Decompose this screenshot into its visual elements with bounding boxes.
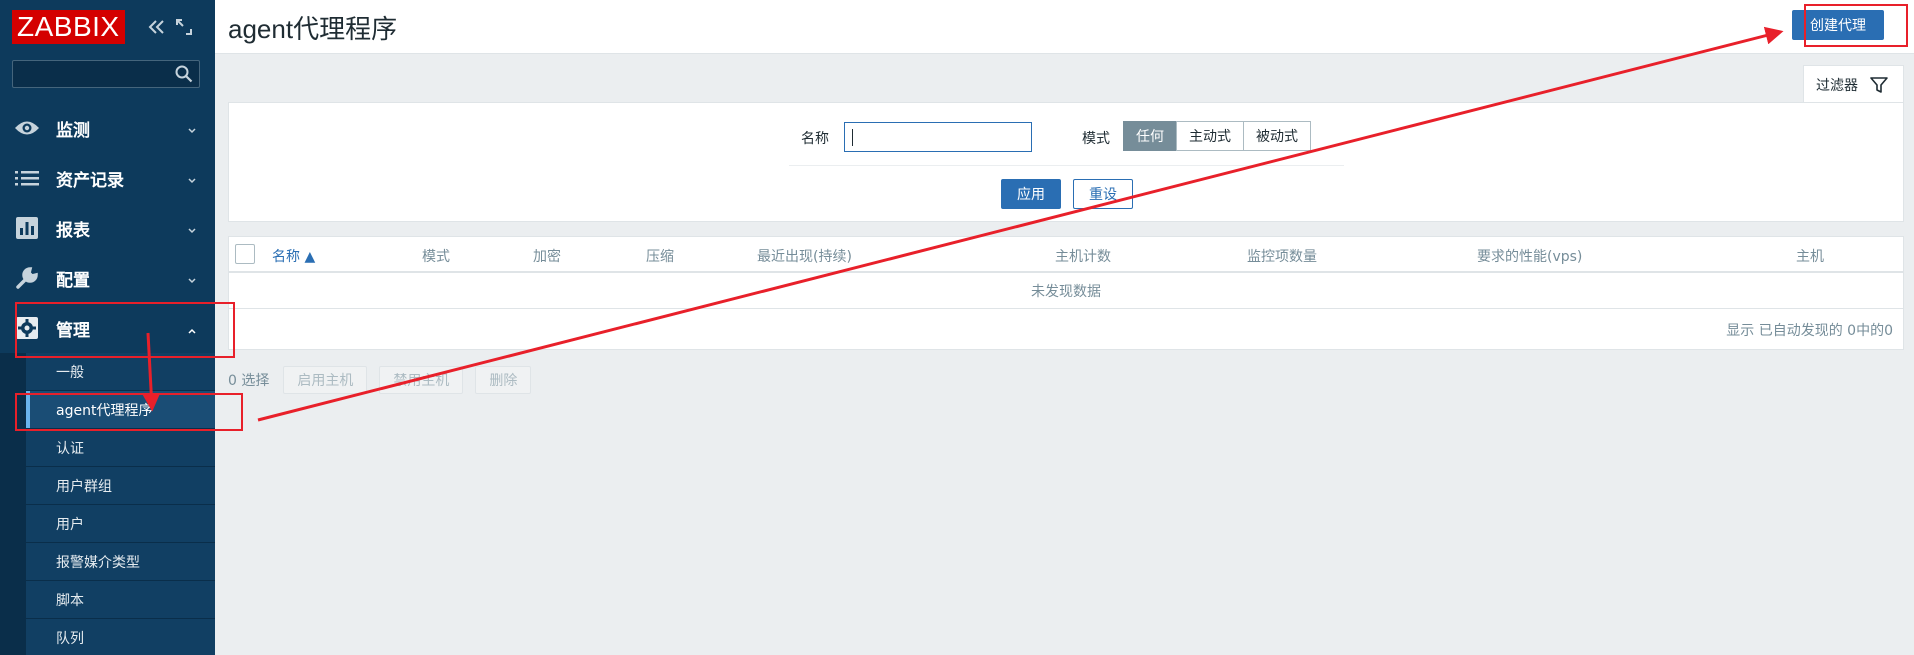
filter-tab-label: 过滤器 xyxy=(1816,77,1858,94)
chevron-down-icon xyxy=(187,221,197,234)
apply-button[interactable]: 应用 xyxy=(1001,179,1061,209)
filter-divider xyxy=(789,165,1344,166)
submenu-item-scripts[interactable]: 脚本 xyxy=(26,581,215,619)
disable-hosts-button[interactable]: 禁用主机 xyxy=(379,366,464,394)
chevron-down-icon xyxy=(187,271,197,284)
bar-chart-icon xyxy=(14,215,40,241)
proxies-table: 名称 ▲ 模式 加密 压缩 最近出现(持续) 主机计数 监控项数量 要求的性能(… xyxy=(228,236,1904,350)
column-hosts: 主机 xyxy=(1796,249,1824,265)
text-caret xyxy=(852,129,853,146)
select-all-checkbox[interactable] xyxy=(235,244,255,264)
mode-option-any[interactable]: 任何 xyxy=(1123,121,1177,151)
zabbix-logo[interactable]: ZABBIX xyxy=(12,10,125,44)
table-footer: 显示 已自动发现的 0中的0 xyxy=(229,309,1903,349)
menu-item-inventory[interactable]: 资产记录 xyxy=(0,153,215,203)
empty-table-message: 未发现数据 xyxy=(229,273,1903,309)
column-compression: 压缩 xyxy=(646,249,674,265)
reset-button[interactable]: 重设 xyxy=(1073,179,1133,209)
search-icon[interactable] xyxy=(175,65,193,83)
wrench-icon xyxy=(14,265,40,291)
mode-option-active[interactable]: 主动式 xyxy=(1176,121,1244,151)
submenu-item-media-types[interactable]: 报警媒介类型 xyxy=(26,543,215,581)
submenu-item-user-groups[interactable]: 用户群组 xyxy=(26,467,215,505)
list-icon xyxy=(14,165,40,191)
sidebar-search-input[interactable] xyxy=(12,60,200,88)
submenu-item-queue[interactable]: 队列 xyxy=(26,619,215,655)
column-last-seen: 最近出现(持续) xyxy=(757,249,852,265)
name-filter-label: 名称 xyxy=(801,131,829,147)
chevron-down-icon xyxy=(187,171,197,184)
double-chevron-left-icon[interactable] xyxy=(145,16,167,38)
mass-action-bar: 0 选择 启用主机 禁用主机 删除 xyxy=(228,366,543,394)
menu-item-label: 监测 xyxy=(56,120,90,141)
mode-radio-group: 任何 主动式 被动式 xyxy=(1123,121,1311,151)
menu-item-monitoring[interactable]: 监测 xyxy=(0,103,215,153)
table-summary: 显示 已自动发现的 0中的0 xyxy=(1726,323,1893,339)
menu-item-reports[interactable]: 报表 xyxy=(0,203,215,253)
column-mode: 模式 xyxy=(422,249,450,265)
menu-item-configuration[interactable]: 配置 xyxy=(0,253,215,303)
annotation-box-administration xyxy=(15,302,235,358)
page-header: agent代理程序 创建代理 xyxy=(215,0,1914,54)
mode-filter-label: 模式 xyxy=(1082,131,1110,147)
annotation-box-proxies xyxy=(15,393,243,431)
submenu-item-general[interactable]: 一般 xyxy=(26,353,215,391)
submenu-item-authentication[interactable]: 认证 xyxy=(26,429,215,467)
selected-count: 0 选择 xyxy=(228,373,270,389)
filter-icon xyxy=(1870,76,1888,94)
column-encryption: 加密 xyxy=(533,249,561,265)
eye-icon xyxy=(14,115,40,141)
column-host-count: 主机计数 xyxy=(1055,249,1111,265)
menu-item-label: 配置 xyxy=(56,270,90,291)
page-title: agent代理程序 xyxy=(228,14,398,44)
chevron-down-icon xyxy=(187,121,197,134)
submenu-item-users[interactable]: 用户 xyxy=(26,505,215,543)
delete-button[interactable]: 删除 xyxy=(475,366,532,394)
filter-tab[interactable]: 过滤器 xyxy=(1803,65,1904,103)
menu-item-label: 资产记录 xyxy=(56,170,124,191)
arrow-to-create-proxy xyxy=(257,26,1784,422)
annotation-box-create-proxy xyxy=(1804,4,1908,47)
column-name[interactable]: 名称 ▲ xyxy=(272,246,315,266)
filter-panel: 名称 模式 任何 主动式 被动式 应用 重设 xyxy=(228,102,1904,222)
column-required-vps: 要求的性能(vps) xyxy=(1477,249,1583,265)
fullscreen-icon[interactable] xyxy=(173,16,195,38)
mode-option-passive[interactable]: 被动式 xyxy=(1243,121,1311,151)
table-header: 名称 ▲ 模式 加密 压缩 最近出现(持续) 主机计数 监控项数量 要求的性能(… xyxy=(229,237,1903,273)
menu-item-label: 报表 xyxy=(56,220,90,241)
sidebar-header: ZABBIX xyxy=(0,0,215,54)
name-filter-input[interactable] xyxy=(844,122,1032,152)
column-item-count: 监控项数量 xyxy=(1247,249,1317,265)
enable-hosts-button[interactable]: 启用主机 xyxy=(283,366,368,394)
